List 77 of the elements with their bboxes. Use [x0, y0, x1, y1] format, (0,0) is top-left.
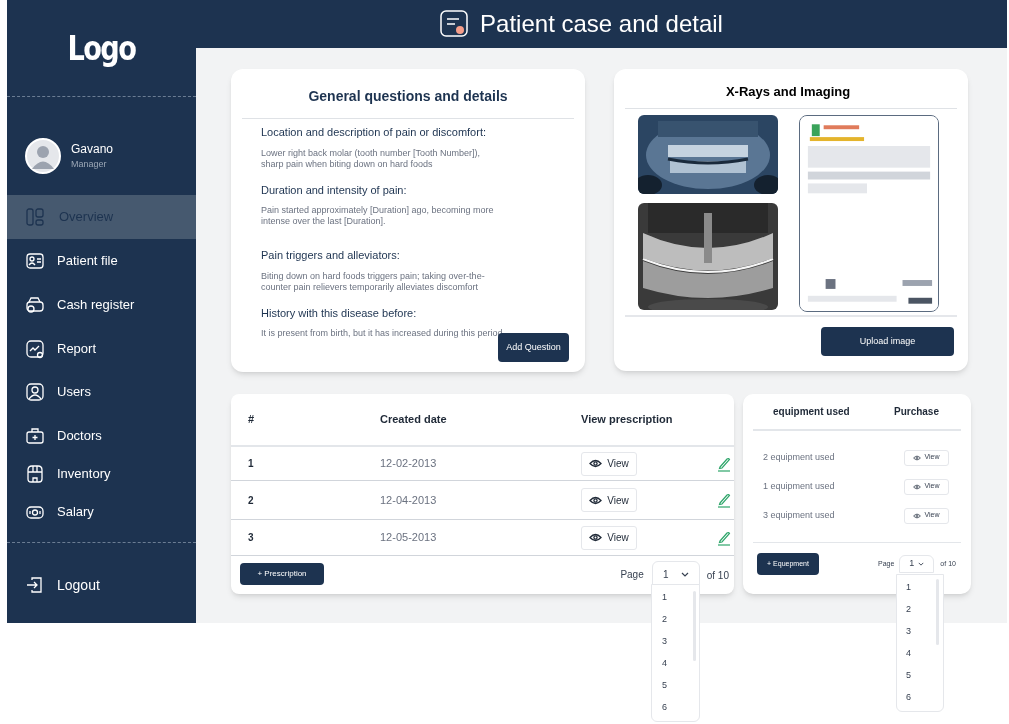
table-cell-text: 1 equipment used	[763, 479, 835, 493]
column-header: equipment used	[773, 405, 850, 419]
document-icon	[440, 10, 471, 38]
add-prescription-button[interactable]: + Prescription	[240, 563, 324, 585]
table-cell-text: 12-05-2013	[380, 530, 438, 546]
table-cell-text: 12-04-2013	[380, 492, 438, 508]
chevron-down-icon	[918, 562, 925, 566]
dropdown-option[interactable]: 6	[662, 697, 699, 719]
page-label: Page	[620, 567, 644, 582]
question-label: Pain triggers and alleviators:	[261, 248, 401, 263]
edit-icon[interactable]	[717, 455, 731, 472]
table-cell-text: 12-02-2013	[380, 456, 438, 472]
dropdown-option[interactable]: 5	[662, 675, 699, 697]
eye-icon	[589, 459, 603, 468]
question-label: Location and description of pain or discomfort:	[261, 125, 488, 140]
nav-item[interactable]: Doctors	[7, 419, 196, 452]
logout-button[interactable]: Logout	[7, 565, 196, 605]
user-name: Gavano	[71, 140, 114, 158]
page-total: of 10	[706, 568, 729, 583]
table-cell-text: 1	[248, 457, 255, 471]
table-cell-text: 3	[248, 531, 255, 545]
dropdown-option[interactable]: 3	[906, 621, 943, 643]
eye-icon	[589, 533, 603, 542]
chart-icon	[25, 338, 45, 359]
card-title: X-Rays and Imaging	[724, 83, 852, 101]
column-header: Created date	[380, 412, 448, 428]
view-button[interactable]: View	[581, 451, 637, 476]
nav-item[interactable]: Users	[7, 375, 196, 408]
eye-icon	[913, 483, 922, 490]
answer-text: Biting down on hard foods triggers pain; taking over-the-counter pain relievers temporarily alleviates discomfort	[261, 270, 486, 293]
layout-icon	[25, 207, 45, 227]
id-card-icon	[25, 250, 45, 271]
dropdown-option[interactable]: 5	[906, 665, 943, 687]
page-select[interactable]: 1	[899, 555, 935, 573]
eye-icon	[913, 454, 922, 461]
dropdown-option[interactable]: 1	[906, 577, 943, 599]
chevron-down-icon	[680, 571, 689, 577]
nav-item[interactable]: Salary	[7, 495, 196, 528]
user-icon	[25, 381, 45, 402]
view-button[interactable]: View	[581, 488, 637, 512]
dropdown-option[interactable]: 6	[906, 687, 943, 709]
dropdown-option[interactable]: 2	[906, 599, 943, 621]
question-label: History with this disease before:	[261, 305, 418, 321]
dropdown-option[interactable]: 4	[662, 653, 699, 675]
dropdown-option[interactable]: 2	[662, 609, 699, 631]
add-question-button[interactable]: Add Question	[498, 333, 569, 362]
table-cell-text: 2 equipment used	[763, 450, 835, 464]
eye-icon	[913, 512, 922, 519]
user-role: Manager	[71, 157, 108, 171]
logo: Logo	[67, 26, 136, 70]
dropdown-option[interactable]: 3	[662, 631, 699, 653]
wallet-icon	[25, 294, 45, 315]
logout-icon	[25, 575, 45, 595]
medical-kit-icon	[25, 425, 45, 446]
page-title: Patient case and detail	[480, 9, 723, 39]
edit-icon[interactable]	[717, 529, 731, 546]
table-cell-text: 2	[248, 493, 255, 508]
nav-item[interactable]: Cash register	[7, 288, 196, 321]
store-icon	[25, 463, 45, 484]
card-title: General questions and details	[307, 87, 509, 106]
column-header: #	[248, 412, 256, 428]
avatar	[25, 137, 61, 174]
answer-text: Pain started approximately [Duration] ago, becoming more intense over the last [Duration].	[261, 205, 495, 227]
dropdown-option[interactable]: 4	[906, 643, 943, 665]
upload-image-button[interactable]: Upload image	[821, 327, 954, 356]
view-button[interactable]: View	[581, 525, 637, 550]
edit-icon[interactable]	[717, 492, 731, 508]
eye-icon	[589, 495, 603, 505]
column-header: Purchase	[893, 405, 939, 419]
answer-text: Lower right back molar (tooth number [Tooth Number]), sharp pain when biting down on hard foods	[261, 147, 482, 170]
question-label: Duration and intensity of pain:	[261, 182, 408, 198]
nav-item[interactable]: Report	[7, 332, 196, 365]
table-cell-text: 3 equipment used	[763, 508, 835, 522]
nav-item[interactable]: Patient file	[7, 244, 196, 277]
dropdown-option[interactable]: 1	[662, 587, 699, 609]
nav-item[interactable]: Inventory	[7, 457, 196, 490]
column-header: View prescription	[581, 412, 674, 428]
